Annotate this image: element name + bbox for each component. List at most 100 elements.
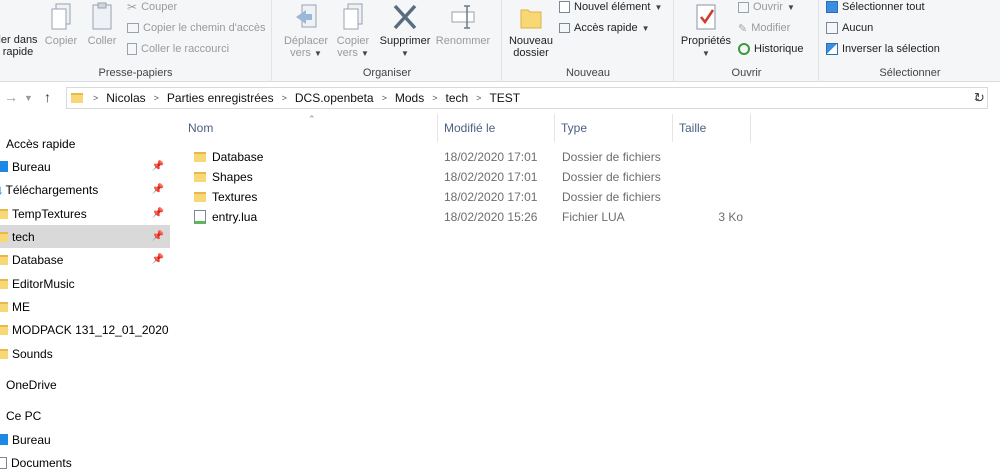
history-icon — [738, 43, 750, 55]
select-all-button[interactable]: Sélectionner tout — [826, 0, 925, 17]
column-header-size[interactable]: Taille — [673, 114, 751, 142]
paste-button[interactable]: Coller — [84, 2, 120, 47]
file-name: Database — [212, 150, 264, 164]
delete-label: Supprimer — [379, 35, 431, 47]
table-row[interactable]: Textures 18/02/2020 17:01 Dossier de fic… — [182, 187, 752, 207]
properties-button[interactable]: Propriétés ▼ — [677, 2, 735, 60]
breadcrumb-separator-icon[interactable]: > — [428, 93, 441, 103]
file-type: Fichier LUA — [562, 210, 625, 224]
pin-icon[interactable]: 📌 — [152, 231, 164, 242]
address-bar[interactable]: > Nicolas > Parties enregistrées > DCS.o… — [66, 87, 988, 109]
folder-icon — [0, 348, 8, 359]
delete-button[interactable]: Supprimer ▼ — [377, 2, 433, 60]
rename-button[interactable]: Renommer — [435, 2, 491, 47]
cut-button[interactable]: ✂ Couper — [127, 0, 177, 17]
nav-item-modpack[interactable]: MODPACK 131_12_01_2020 — [0, 318, 170, 341]
copy-path-button[interactable]: Copier le chemin d'accès — [127, 18, 266, 38]
pin-icon[interactable]: 📌 — [152, 184, 164, 195]
up-arrow-icon[interactable]: ↑ — [44, 89, 51, 105]
move-to-button[interactable]: Déplacer vers ▼ — [281, 2, 331, 60]
column-header-type[interactable]: Type — [555, 114, 673, 142]
table-row[interactable]: Shapes 18/02/2020 17:01 Dossier de fichi… — [182, 167, 752, 187]
nav-item-temptextures[interactable]: TempTextures 📌 — [0, 202, 170, 225]
nav-item-label: Téléchargements — [5, 182, 99, 197]
breadcrumb-tech[interactable]: tech — [441, 91, 472, 105]
nav-item-database[interactable]: Database 📌 — [0, 248, 170, 271]
folder-icon — [0, 324, 8, 335]
new-folder-button[interactable]: Nouveau dossier — [505, 2, 557, 59]
delete-caret-icon: ▼ — [401, 49, 409, 58]
table-row[interactable]: entry.lua 18/02/2020 15:26 Fichier LUA 3… — [182, 207, 752, 227]
breadcrumb-saved-games[interactable]: Parties enregistrées — [163, 91, 278, 105]
copy-to-button[interactable]: Copier vers ▼ — [331, 2, 375, 60]
properties-label: Propriétés — [680, 35, 732, 47]
copy-button[interactable]: Copier — [42, 2, 80, 47]
folder-icon — [194, 172, 206, 182]
pin-icon[interactable]: 📌 — [152, 161, 164, 172]
file-size — [679, 187, 743, 207]
select-none-icon — [826, 22, 838, 34]
new-item-button[interactable]: Nouvel élément ▼ — [559, 0, 662, 17]
nav-this-pc-label: Ce PC — [6, 408, 42, 423]
table-row[interactable]: Database 18/02/2020 17:01 Dossier de fic… — [182, 147, 752, 167]
easy-access-label: Accès rapide — [574, 22, 638, 34]
history-button[interactable]: Historique — [738, 39, 804, 59]
pin-quick-access-button[interactable]: ler dans rapide — [0, 34, 40, 58]
documents-icon — [0, 456, 7, 469]
address-row: → ▼ ↑ > Nicolas > Parties enregistrées >… — [0, 84, 1000, 112]
breadcrumb-separator-icon[interactable]: > — [89, 93, 102, 103]
easy-access-button[interactable]: Accès rapide ▼ — [559, 18, 650, 38]
breadcrumb-dcs-openbeta[interactable]: DCS.openbeta — [291, 91, 378, 105]
nav-item-editormusic[interactable]: EditorMusic — [0, 272, 170, 295]
copy-to-icon — [343, 3, 363, 30]
nav-item-label: Bureau — [12, 432, 51, 447]
nav-pc-item-documents[interactable]: Documents — [0, 451, 170, 474]
nav-this-pc[interactable]: Ce PC — [0, 404, 170, 427]
properties-caret-icon: ▼ — [702, 49, 710, 58]
column-header-modified[interactable]: Modifié le — [438, 114, 555, 142]
group-organize: Déplacer vers ▼ Copier vers ▼ Supprimer … — [273, 0, 502, 82]
breadcrumb-separator-icon[interactable]: > — [278, 93, 291, 103]
recent-locations-chevron-icon[interactable]: ▼ — [24, 93, 33, 103]
refresh-icon[interactable]: ↻ — [974, 90, 985, 106]
edit-button[interactable]: ✎ Modifier — [738, 18, 790, 38]
file-type: Dossier de fichiers — [562, 190, 661, 204]
column-header-modified-label: Modifié le — [444, 121, 496, 135]
nav-item-downloads[interactable]: ↓ Téléchargements 📌 — [0, 178, 170, 201]
paste-shortcut-button[interactable]: Coller le raccourci — [127, 39, 229, 59]
group-clipboard: ler dans rapide Copier Coller ✂ Couper C… — [0, 0, 272, 82]
folder-icon — [0, 278, 8, 289]
breadcrumb-separator-icon[interactable]: > — [378, 93, 391, 103]
move-to-label-2: vers — [290, 47, 311, 59]
nav-item-sounds[interactable]: Sounds — [0, 342, 170, 365]
edit-pencil-icon: ✎ — [738, 22, 748, 35]
select-all-icon — [826, 1, 838, 13]
group-label-open: Ouvrir — [731, 67, 762, 79]
column-header-name[interactable]: Nom — [182, 114, 438, 142]
pin-icon[interactable]: 📌 — [152, 254, 164, 265]
invert-selection-button[interactable]: Inverser la sélection — [826, 39, 940, 59]
open-button[interactable]: Ouvrir ▼ — [738, 0, 795, 17]
nav-item-me[interactable]: ME — [0, 295, 170, 318]
nav-onedrive[interactable]: OneDrive — [0, 373, 170, 396]
breadcrumb-separator-icon[interactable]: > — [150, 93, 163, 103]
desktop-icon — [0, 434, 8, 445]
address-folder-icon — [71, 93, 83, 103]
nav-quick-access[interactable]: Accès rapide — [0, 132, 170, 155]
easy-access-caret-icon: ▼ — [641, 23, 650, 33]
breadcrumb-test[interactable]: TEST — [485, 91, 524, 105]
file-name-cell: entry.lua — [194, 207, 257, 227]
group-label-clipboard: Presse-papiers — [98, 67, 173, 79]
nav-item-label: TempTextures — [12, 206, 87, 221]
breadcrumb-mods[interactable]: Mods — [391, 91, 428, 105]
nav-item-tech[interactable]: tech 📌 — [0, 225, 170, 248]
paste-shortcut-icon — [127, 43, 137, 55]
nav-pc-item-bureau[interactable]: Bureau — [0, 428, 170, 451]
breadcrumb-nicolas[interactable]: Nicolas — [102, 91, 149, 105]
breadcrumb-separator-icon[interactable]: > — [472, 93, 485, 103]
nav-item-bureau[interactable]: Bureau 📌 — [0, 155, 170, 178]
pin-icon[interactable]: 📌 — [152, 208, 164, 219]
forward-arrow-icon[interactable]: → — [4, 89, 18, 105]
folder-icon — [194, 152, 206, 162]
select-none-button[interactable]: Aucun — [826, 18, 873, 38]
